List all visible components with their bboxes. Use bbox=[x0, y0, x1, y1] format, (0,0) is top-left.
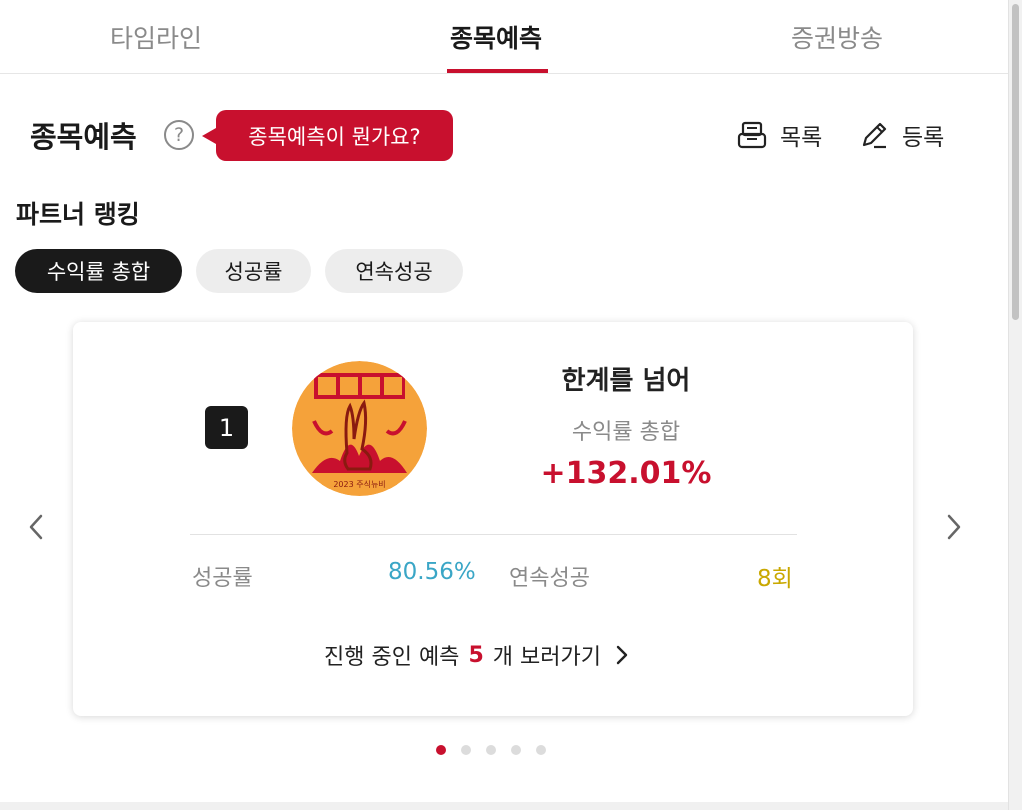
pagination-dot[interactable] bbox=[486, 745, 496, 755]
section-title: 종목예측 bbox=[30, 120, 137, 154]
avatar-image: 2023 주식뉴비 bbox=[292, 361, 427, 496]
tab-stock-prediction[interactable]: 종목예측 bbox=[396, 0, 596, 74]
filter-total-return[interactable]: 수익률 총합 bbox=[15, 249, 182, 293]
pagination-dot[interactable] bbox=[461, 745, 471, 755]
list-button[interactable]: 목록 bbox=[736, 117, 822, 153]
tab-stock-broadcast[interactable]: 증권방송 bbox=[737, 0, 937, 74]
help-tooltip[interactable]: 종목예측이 뭔가요? bbox=[202, 110, 453, 161]
goto-suffix: 개 보러가기 bbox=[492, 645, 601, 670]
scrollbar[interactable] bbox=[1008, 0, 1022, 810]
list-button-label: 목록 bbox=[780, 125, 823, 151]
prediction-count: 5 bbox=[468, 642, 484, 668]
rank-badge: 1 bbox=[205, 406, 248, 449]
streak-label: 연속성공 bbox=[509, 566, 590, 591]
pagination-dot[interactable] bbox=[536, 745, 546, 755]
tab-timeline[interactable]: 타임라인 bbox=[56, 0, 256, 74]
filter-consecutive-success[interactable]: 연속성공 bbox=[325, 249, 463, 293]
streak-value: 8회 bbox=[757, 566, 793, 592]
success-rate-value: 80.56% bbox=[388, 559, 476, 585]
filter-success-rate[interactable]: 성공률 bbox=[196, 249, 311, 293]
pencil-icon bbox=[862, 122, 887, 149]
register-button-label: 등록 bbox=[902, 125, 945, 151]
partner-name: 한계를 넘어 bbox=[561, 366, 691, 396]
chevron-left-icon[interactable] bbox=[24, 512, 50, 542]
scrollbar-thumb[interactable] bbox=[1012, 4, 1019, 320]
goto-prefix: 진행 중인 예측 bbox=[324, 645, 460, 670]
chevron-right-icon[interactable] bbox=[940, 512, 966, 542]
partner-ranking-title: 파트너 랭킹 bbox=[16, 200, 140, 229]
partner-card[interactable]: 1 2023 주식뉴비 한계를 넘어 수익률 총합 +132.01% 성공률 8… bbox=[73, 322, 913, 716]
active-tab-indicator bbox=[447, 69, 548, 73]
pagination-dot[interactable] bbox=[436, 745, 446, 755]
top-tab-bar: 타임라인 종목예측 증권방송 bbox=[0, 0, 1008, 74]
help-icon[interactable]: ? bbox=[164, 120, 194, 150]
section-separator bbox=[0, 802, 1008, 810]
metric-value: +132.01% bbox=[540, 456, 712, 491]
avatar[interactable]: 2023 주식뉴비 bbox=[292, 361, 427, 496]
pagination-dot[interactable] bbox=[511, 745, 521, 755]
carousel-pagination bbox=[436, 745, 546, 755]
register-button[interactable]: 등록 bbox=[858, 117, 944, 153]
metric-label: 수익률 총합 bbox=[571, 420, 681, 445]
chevron-right-icon bbox=[616, 645, 628, 665]
view-predictions-link[interactable]: 진행 중인 예측 5 개 보러가기 bbox=[324, 638, 629, 672]
card-divider bbox=[190, 534, 797, 535]
success-rate-label: 성공률 bbox=[192, 566, 253, 591]
tray-list-icon bbox=[737, 121, 767, 149]
avatar-caption: 2023 주식뉴비 bbox=[333, 480, 385, 489]
